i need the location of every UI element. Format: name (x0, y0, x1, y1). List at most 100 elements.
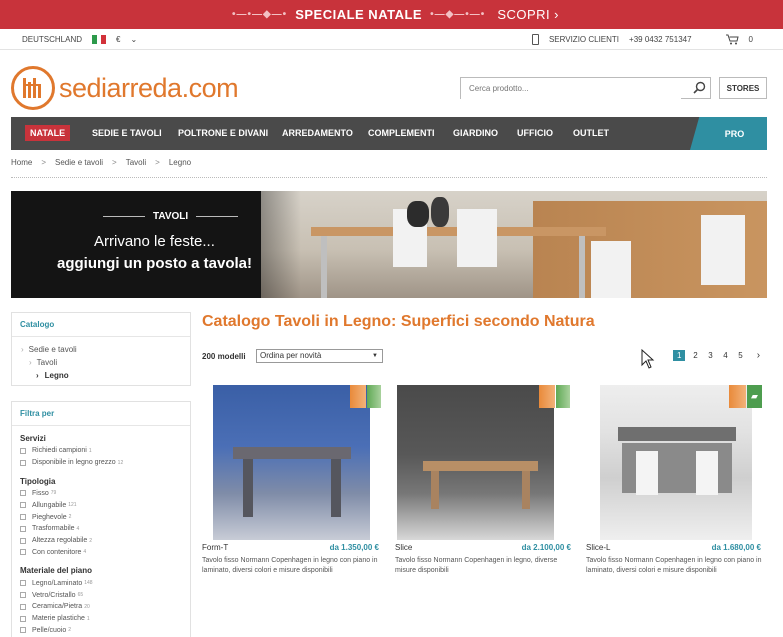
filter-option-label: Materie plastiche (32, 615, 85, 623)
utility-bar: DEUTSCHLAND € ⌄ SERVIZIO CLIENTI +39 043… (0, 29, 783, 50)
country-selector[interactable]: DEUTSCHLAND (22, 35, 82, 44)
filter-option-count: 2 (68, 627, 72, 634)
breadcrumb-tavoli[interactable]: Tavoli (126, 158, 146, 167)
filter-option-label: Con contenitore (32, 548, 82, 556)
search-icon[interactable] (693, 81, 706, 94)
nav-item-natale[interactable]: NATALE (25, 125, 71, 141)
filter-checkbox[interactable] (20, 627, 26, 634)
filter-option-label: Pieghevole (32, 513, 67, 521)
catalog-item-sedie-e-tavoli[interactable]: › Sedie e tavoli (21, 343, 190, 356)
filter-option[interactable]: Ceramica/Pietra 20 (20, 601, 182, 613)
logo-mark-icon (11, 66, 55, 110)
breadcrumb-separator-icon: > (155, 158, 160, 167)
filter-option[interactable]: Richiedi campioni 1 (20, 445, 182, 457)
nav-item-complementi[interactable]: COMPLEMENTI (368, 128, 435, 138)
promo-banner[interactable]: TAVOLI Arrivano le feste... aggiungi un … (11, 191, 767, 298)
breadcrumb-sedie-e-tavoli[interactable]: Sedie e tavoli (55, 158, 103, 167)
filter-checkbox[interactable] (20, 514, 26, 521)
chevron-right-icon: › (554, 7, 559, 22)
catalog-title: Catalogo (12, 313, 190, 337)
filter-checkbox[interactable] (20, 537, 26, 544)
filter-checkbox[interactable] (20, 592, 26, 599)
nav-item-giardino[interactable]: GIARDINO (453, 128, 498, 138)
nav-item-pro[interactable]: PRO (690, 117, 767, 150)
page-4[interactable]: 4 (720, 351, 730, 360)
filter-option[interactable]: Vetro/Cristallo 65 (20, 589, 182, 601)
filter-option[interactable]: Legno/Laminato 148 (20, 577, 182, 589)
search-input[interactable] (461, 78, 681, 99)
filter-option[interactable]: Fisso 79 (20, 488, 182, 500)
main-nav: NATALE SEDIE E TAVOLI POLTRONE E DIVANI … (11, 117, 767, 150)
page-3[interactable]: 3 (705, 351, 715, 360)
filter-option-count: 4 (76, 525, 80, 532)
breadcrumb-legno: Legno (168, 158, 192, 167)
filter-option-label: Richiedi campioni (32, 447, 87, 455)
product-image[interactable] (397, 385, 554, 540)
badge-icon (729, 385, 746, 408)
nav-item-outlet[interactable]: OUTLET (573, 128, 609, 138)
product-card[interactable]: Slice da 2.100,00 € Tavolo fisso Normann… (393, 385, 573, 585)
badge-icon (539, 385, 555, 408)
product-card[interactable]: Form-T da 1.350,00 € Tavolo fisso Norman… (202, 385, 382, 585)
cart-icon[interactable] (725, 34, 739, 45)
cart-count: 0 (748, 35, 753, 44)
breadcrumb-separator-icon: > (112, 158, 117, 167)
filter-option[interactable]: Materie plastiche 1 (20, 613, 182, 625)
promo-bar[interactable]: •—•—◆—• SPECIALE NATALE •—◆—•—• SCOPRI › (0, 0, 783, 29)
filter-option[interactable]: Pieghevole 2 (20, 511, 182, 523)
filter-group-title: Servizi (20, 434, 46, 443)
breadcrumb-home[interactable]: Home (11, 158, 32, 167)
italy-flag-icon[interactable] (92, 35, 107, 44)
filter-checkbox[interactable] (20, 490, 26, 497)
banner-photo (261, 191, 767, 298)
filter-option-count: 2 (89, 537, 93, 544)
product-image[interactable] (213, 385, 370, 540)
filter-option[interactable]: Allungabile 121 (20, 499, 182, 511)
chevron-down-icon[interactable]: ⌄ (130, 35, 137, 44)
phone-number[interactable]: +39 0432 751347 (629, 35, 692, 44)
page-5[interactable]: 5 (735, 351, 745, 360)
next-page-icon[interactable]: › (753, 350, 763, 361)
product-name[interactable]: Form-T (202, 543, 228, 552)
sort-select[interactable]: Ordina per novità ▼ (256, 349, 383, 363)
product-card[interactable]: ▰ Slice-L da 1.680,00 € Tavolo fisso Nor… (586, 385, 766, 585)
currency-selector[interactable]: € (116, 35, 120, 44)
delivery-truck-icon: ▰ (747, 385, 762, 408)
filter-option-count: 65 (77, 592, 84, 599)
nav-item-poltrone-e-divani[interactable]: POLTRONE E DIVANI (178, 128, 268, 138)
nav-item-sedie-e-tavoli[interactable]: SEDIE E TAVOLI (92, 128, 162, 138)
filter-panel: Filtra per Servizi Richiedi campioni 1 Disp… (11, 401, 191, 637)
filter-checkbox[interactable] (20, 580, 26, 587)
filter-checkbox[interactable] (20, 549, 26, 556)
product-name[interactable]: Slice (395, 543, 412, 552)
promo-cta[interactable]: SCOPRI (497, 7, 550, 22)
filter-checkbox[interactable] (20, 603, 26, 610)
nav-item-ufficio[interactable]: UFFICIO (517, 128, 553, 138)
site-logo[interactable]: sediarreda.com (11, 66, 239, 110)
filter-checkbox[interactable] (20, 447, 26, 454)
product-name[interactable]: Slice-L (586, 543, 610, 552)
filter-checkbox[interactable] (20, 615, 26, 622)
page-2[interactable]: 2 (690, 351, 700, 360)
stores-button[interactable]: STORES (719, 77, 767, 99)
filter-option-count: 148 (84, 580, 93, 587)
customer-service-label[interactable]: SERVIZIO CLIENTI (549, 35, 619, 44)
page-1[interactable]: 1 (673, 350, 686, 361)
filter-option-label: Fisso (32, 489, 49, 497)
filter-option[interactable]: Disponibile in legno grezzo 12 (20, 457, 182, 469)
filter-option-count: 1 (86, 615, 90, 622)
filter-option-label: Vetro/Cristallo (32, 591, 76, 599)
filter-option[interactable]: Con contenitore 4 (20, 547, 182, 559)
filter-checkbox[interactable] (20, 525, 26, 532)
filter-option[interactable]: Pelle/cuoio 2 (20, 625, 182, 637)
catalog-item-tavoli[interactable]: › Tavoli (21, 356, 190, 369)
catalog-item-legno[interactable]: › Legno (21, 369, 190, 382)
badge-group: ▰ (729, 385, 762, 408)
product-image[interactable] (600, 385, 752, 540)
filter-option[interactable]: Altezza regolabile 2 (20, 535, 182, 547)
filter-checkbox[interactable] (20, 459, 26, 466)
nav-item-arredamento[interactable]: ARREDAMENTO (282, 128, 353, 138)
filter-option[interactable]: Trasformabile 4 (20, 523, 182, 535)
filter-checkbox[interactable] (20, 502, 26, 509)
banner-tag: TAVOLI (95, 211, 246, 222)
